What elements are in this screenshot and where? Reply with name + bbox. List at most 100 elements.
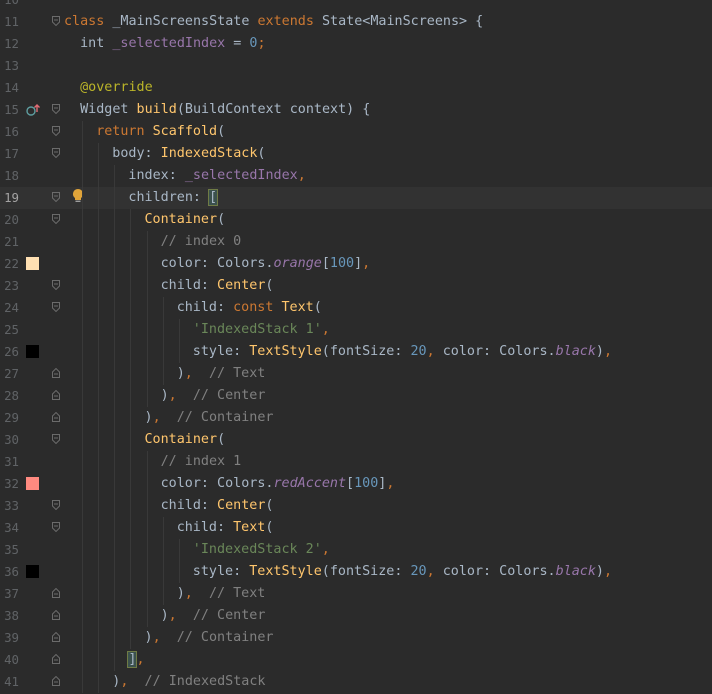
code-text[interactable]: ), // Center bbox=[161, 385, 266, 407]
line-number[interactable]: 32 bbox=[0, 473, 19, 495]
code-text[interactable]: style: TextStyle(fontSize: 20, color: Co… bbox=[193, 341, 612, 363]
line-number[interactable]: 13 bbox=[0, 55, 19, 77]
code-text[interactable]: body: IndexedStack( bbox=[112, 143, 265, 165]
fold-close-icon[interactable] bbox=[52, 676, 60, 686]
fold-open-icon[interactable] bbox=[52, 302, 60, 312]
line-number[interactable]: 23 bbox=[0, 275, 19, 297]
code-text[interactable]: class _MainScreensState extends State<Ma… bbox=[64, 11, 483, 33]
line-number[interactable]: 18 bbox=[0, 165, 19, 187]
line-number[interactable]: 38 bbox=[0, 605, 19, 627]
code-text[interactable]: int _selectedIndex = 0; bbox=[80, 33, 265, 55]
line-number[interactable]: 29 bbox=[0, 407, 19, 429]
override-icon[interactable] bbox=[26, 103, 40, 117]
fold-close-icon[interactable] bbox=[52, 654, 60, 664]
code-text[interactable]: style: TextStyle(fontSize: 20, color: Co… bbox=[193, 561, 612, 583]
color-swatch-icon[interactable] bbox=[26, 565, 39, 578]
code-text[interactable]: Widget build(BuildContext context) { bbox=[80, 99, 370, 121]
code-line[interactable]: 16 return Scaffold( bbox=[0, 121, 712, 143]
line-number[interactable]: 17 bbox=[0, 143, 19, 165]
line-number[interactable]: 41 bbox=[0, 671, 19, 693]
fold-close-icon[interactable] bbox=[52, 588, 60, 598]
code-line[interactable]: 11 class _MainScreensState extends State<… bbox=[0, 11, 712, 33]
code-line[interactable]: 31 // index 1 bbox=[0, 451, 712, 473]
code-line[interactable]: 39), // Container bbox=[0, 627, 712, 649]
code-line[interactable]: 37 ), // Text bbox=[0, 583, 712, 605]
color-swatch-icon[interactable] bbox=[26, 477, 39, 490]
code-editor[interactable]: 1011 class _MainScreensState extends Stat… bbox=[0, 0, 712, 693]
fold-close-icon[interactable] bbox=[52, 368, 60, 378]
code-text[interactable]: color: Colors.orange[100], bbox=[161, 253, 371, 275]
fold-open-icon[interactable] bbox=[52, 500, 60, 510]
line-number[interactable]: 31 bbox=[0, 451, 19, 473]
line-number[interactable]: 28 bbox=[0, 385, 19, 407]
fold-open-icon[interactable] bbox=[52, 522, 60, 532]
line-number[interactable]: 24 bbox=[0, 297, 19, 319]
fold-close-icon[interactable] bbox=[52, 412, 60, 422]
line-number[interactable]: 21 bbox=[0, 231, 19, 253]
fold-open-icon[interactable] bbox=[52, 16, 60, 26]
code-line[interactable]: 20 Container( bbox=[0, 209, 712, 231]
code-text[interactable]: ), // Text bbox=[177, 363, 266, 385]
code-text[interactable]: return Scaffold( bbox=[96, 121, 225, 143]
code-text[interactable]: ), // Container bbox=[145, 627, 274, 649]
code-text[interactable]: ), // Center bbox=[161, 605, 266, 627]
code-line[interactable]: 19 children: [ bbox=[0, 187, 712, 209]
fold-close-icon[interactable] bbox=[52, 610, 60, 620]
line-number[interactable]: 40 bbox=[0, 649, 19, 671]
code-line[interactable]: 26 style: TextStyle(fontSize: 20, color: … bbox=[0, 341, 712, 363]
code-line[interactable]: 34 child: Text( bbox=[0, 517, 712, 539]
code-line[interactable]: 21 // index 0 bbox=[0, 231, 712, 253]
code-line[interactable]: 40], bbox=[0, 649, 712, 671]
line-number[interactable]: 35 bbox=[0, 539, 19, 561]
line-number[interactable]: 25 bbox=[0, 319, 19, 341]
code-text[interactable]: ), // Container bbox=[145, 407, 274, 429]
code-text[interactable]: 'IndexedStack 2', bbox=[193, 539, 330, 561]
code-text[interactable]: ), // Text bbox=[177, 583, 266, 605]
fold-open-icon[interactable] bbox=[52, 434, 60, 444]
line-number[interactable]: 30 bbox=[0, 429, 19, 451]
code-line[interactable]: 15 Widget build(BuildContext context) { bbox=[0, 99, 712, 121]
fold-open-icon[interactable] bbox=[52, 214, 60, 224]
code-line[interactable]: 36 style: TextStyle(fontSize: 20, color: … bbox=[0, 561, 712, 583]
line-number[interactable]: 36 bbox=[0, 561, 19, 583]
code-text[interactable]: ), // IndexedStack bbox=[112, 671, 265, 693]
code-text[interactable]: ], bbox=[127, 649, 145, 671]
code-line[interactable]: 30 Container( bbox=[0, 429, 712, 451]
line-number[interactable]: 14 bbox=[0, 77, 19, 99]
code-text[interactable]: // index 0 bbox=[161, 231, 242, 253]
code-text[interactable]: Container( bbox=[145, 429, 226, 451]
code-line[interactable]: 22 color: Colors.orange[100], bbox=[0, 253, 712, 275]
line-number[interactable]: 19 bbox=[0, 187, 19, 209]
line-number[interactable]: 12 bbox=[0, 33, 19, 55]
code-line[interactable]: 23 child: Center( bbox=[0, 275, 712, 297]
color-swatch-icon[interactable] bbox=[26, 345, 39, 358]
code-line[interactable]: 28 ), // Center bbox=[0, 385, 712, 407]
line-number[interactable]: 10 bbox=[0, 0, 19, 11]
fold-open-icon[interactable] bbox=[52, 126, 60, 136]
code-text[interactable]: child: Center( bbox=[161, 495, 274, 517]
fold-open-icon[interactable] bbox=[52, 104, 60, 114]
code-line[interactable]: 38 ), // Center bbox=[0, 605, 712, 627]
line-number[interactable]: 37 bbox=[0, 583, 19, 605]
code-line[interactable]: 41 ), // IndexedStack bbox=[0, 671, 712, 693]
fold-close-icon[interactable] bbox=[52, 632, 60, 642]
code-line[interactable]: 35 'IndexedStack 2', bbox=[0, 539, 712, 561]
code-line[interactable]: 18 index: _selectedIndex, bbox=[0, 165, 712, 187]
line-number[interactable]: 34 bbox=[0, 517, 19, 539]
line-number[interactable]: 15 bbox=[0, 99, 19, 121]
code-line[interactable]: 17 body: IndexedStack( bbox=[0, 143, 712, 165]
line-number[interactable]: 33 bbox=[0, 495, 19, 517]
code-text[interactable]: child: Center( bbox=[161, 275, 274, 297]
color-swatch-icon[interactable] bbox=[26, 257, 39, 270]
code-text[interactable]: children: [ bbox=[128, 187, 219, 209]
fold-open-icon[interactable] bbox=[52, 192, 60, 202]
line-number[interactable]: 20 bbox=[0, 209, 19, 231]
code-text[interactable]: color: Colors.redAccent[100], bbox=[161, 473, 395, 495]
code-text[interactable]: 'IndexedStack 1', bbox=[193, 319, 330, 341]
code-line[interactable]: 13 bbox=[0, 55, 712, 77]
line-number[interactable]: 16 bbox=[0, 121, 19, 143]
code-text[interactable]: Container( bbox=[145, 209, 226, 231]
fold-close-icon[interactable] bbox=[52, 390, 60, 400]
code-text[interactable]: index: _selectedIndex, bbox=[128, 165, 305, 187]
line-number[interactable]: 11 bbox=[0, 11, 19, 33]
